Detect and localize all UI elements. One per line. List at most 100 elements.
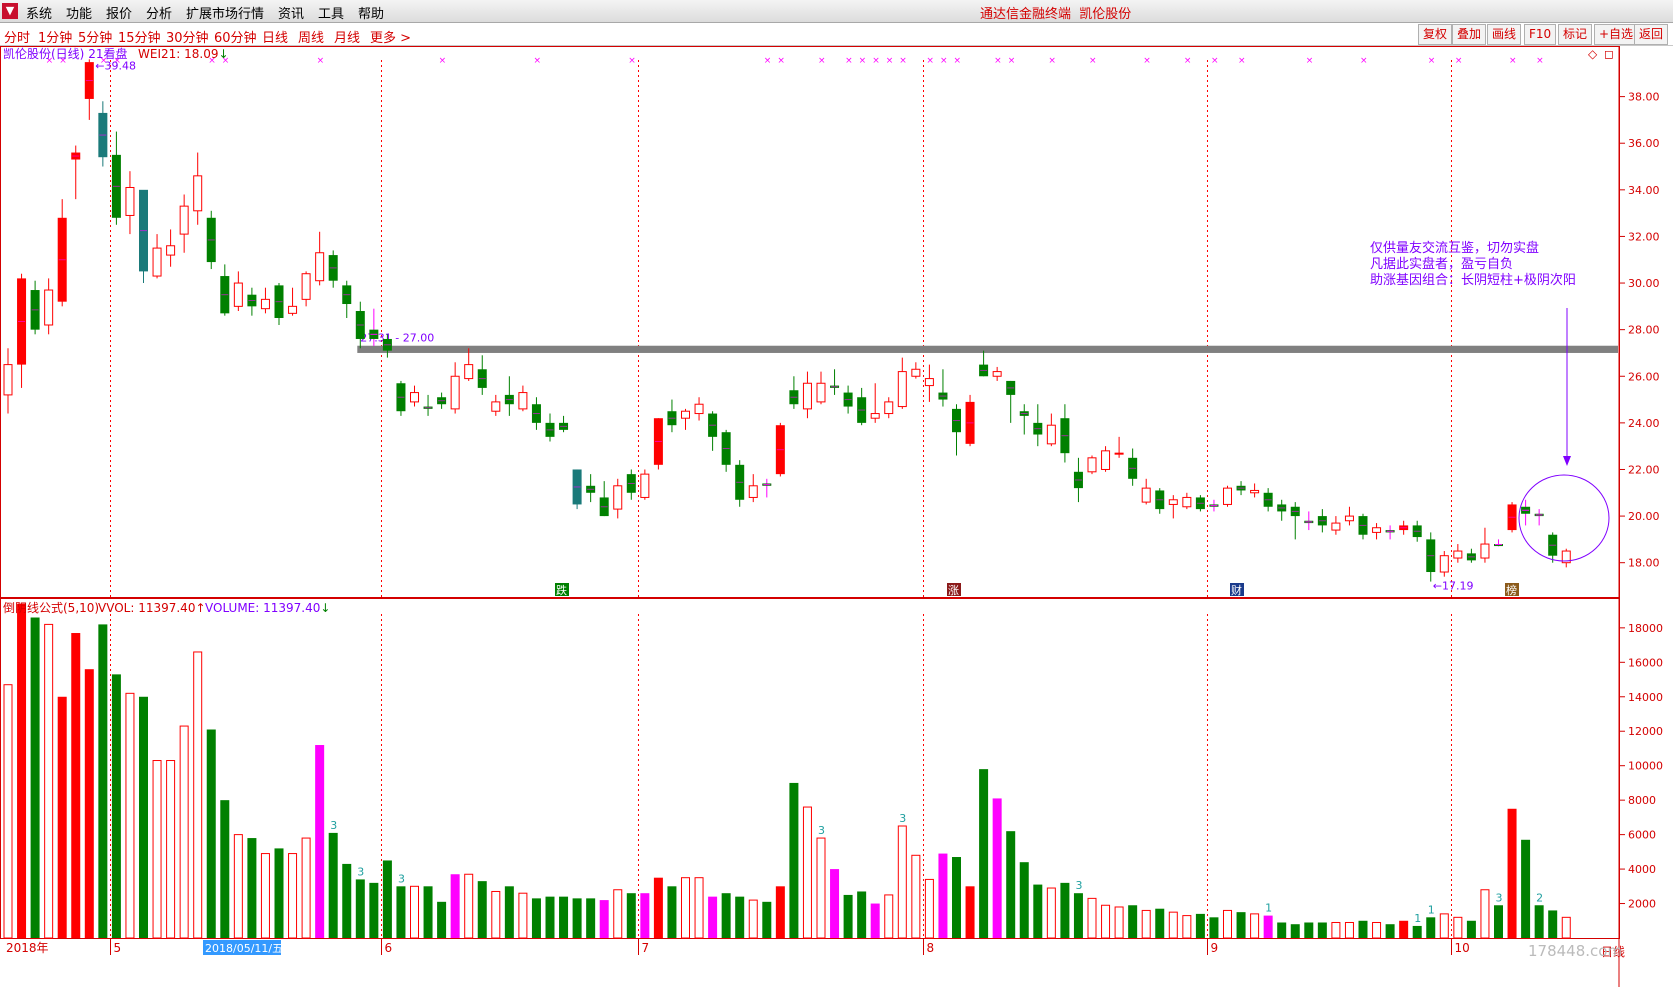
overlay-button[interactable]: 叠加 — [1452, 24, 1487, 45]
candle — [653, 418, 663, 470]
candle — [681, 408, 690, 430]
candle-body — [924, 378, 934, 387]
high-price-label: ←39.48 — [95, 59, 136, 72]
price-tick-label: 34.00 — [1628, 184, 1660, 197]
candle — [1019, 404, 1029, 435]
menu-extended-market[interactable]: 扩展市场行情 — [186, 3, 264, 22]
volume-bar — [274, 848, 284, 938]
menu-tools[interactable]: 工具 — [318, 3, 344, 22]
period-more[interactable]: 更多 > — [370, 27, 411, 46]
volume-bar — [802, 806, 812, 939]
volume-bar — [1372, 921, 1382, 939]
volume-bar — [911, 854, 921, 939]
volume-bar — [1209, 917, 1219, 938]
f10-button[interactable]: F10 — [1524, 24, 1557, 45]
candle-body — [125, 186, 135, 216]
candle — [1453, 544, 1463, 563]
volume-bar — [1426, 917, 1436, 938]
menu-function[interactable]: 功能 — [66, 3, 92, 22]
volume-bar — [938, 853, 948, 938]
candle — [1399, 520, 1409, 535]
period-monthly[interactable]: 月线 — [334, 27, 360, 46]
candle — [1182, 492, 1192, 510]
volume-bar — [857, 891, 867, 938]
volume-bar — [369, 882, 379, 938]
event-marker-rise[interactable]: 涨 — [947, 583, 961, 597]
volume-bar — [1195, 913, 1205, 938]
period-30min[interactable]: 30分钟 — [166, 27, 209, 46]
period-60min[interactable]: 60分钟 — [214, 27, 257, 46]
volume-formula-title: 倒阴线公式(5,10) — [3, 601, 99, 615]
event-x-mark: × — [533, 56, 541, 66]
candle — [437, 392, 447, 409]
candle-body — [1250, 489, 1260, 494]
candle-body — [260, 298, 270, 310]
volume-bar — [1521, 839, 1531, 938]
restore-rights-button[interactable]: 复权 — [1418, 24, 1453, 45]
period-15min[interactable]: 15分钟 — [118, 27, 161, 46]
period-daily[interactable]: 日线 — [262, 27, 288, 46]
candle — [1128, 448, 1138, 486]
period-1min[interactable]: 1分钟 — [38, 27, 72, 46]
candle — [1439, 551, 1449, 577]
candle — [450, 362, 460, 414]
event-marker-finance[interactable]: 财 — [1230, 583, 1244, 597]
volume-bar — [1453, 916, 1463, 939]
volume-bar — [843, 894, 853, 938]
volume-bar — [897, 825, 907, 939]
candle — [640, 469, 650, 500]
candle-body — [897, 371, 907, 408]
candle — [166, 229, 176, 267]
volume-tick-label: 6000 — [1628, 829, 1656, 842]
candle-body — [1168, 499, 1178, 505]
period-weekly[interactable]: 周线 — [298, 27, 324, 46]
candle — [71, 145, 81, 200]
mark-button[interactable]: 标记 — [1558, 24, 1593, 45]
volume-bar — [111, 674, 121, 938]
candle — [1480, 527, 1490, 563]
count-mark: 3 — [357, 865, 364, 878]
add-watchlist-button[interactable]: +自选 — [1594, 24, 1639, 45]
back-button[interactable]: 返回 — [1634, 24, 1669, 45]
volume-bar — [626, 893, 636, 938]
candle — [911, 362, 921, 379]
volume-bar — [789, 782, 799, 938]
candle — [464, 348, 474, 381]
corner-diamond-icon[interactable]: ◇ — [1588, 47, 1598, 61]
candle — [1033, 404, 1043, 447]
candle-body — [1046, 424, 1056, 445]
volume-axis: 18000 16000 14000 12000 10000 8000 6000 4000 200… — [1619, 622, 1663, 911]
count-mark: 1 — [1265, 902, 1272, 915]
volume-bar — [220, 800, 230, 938]
candle — [1561, 548, 1571, 568]
period-5min[interactable]: 5分钟 — [78, 27, 112, 46]
count-mark: 3 — [1075, 879, 1082, 892]
period-intraday[interactable]: 分时 — [4, 27, 30, 46]
volume-bar — [952, 857, 961, 938]
event-x-mark: × — [886, 56, 894, 66]
menu-news[interactable]: 资讯 — [278, 3, 304, 22]
annotation-line-2: 凡据此实盘者，盈亏自负 — [1370, 256, 1513, 272]
event-x-mark: × — [818, 56, 826, 66]
draw-line-button[interactable]: 画线 — [1487, 24, 1522, 45]
menu-system[interactable]: 系统 — [26, 3, 52, 22]
candle — [17, 273, 27, 388]
kline-chart[interactable]: 27.31 - 27.00 38.00 36.00 34.00 32.00 30.00 2… — [0, 46, 1673, 987]
event-marker-rank[interactable]: 榜 — [1505, 583, 1519, 597]
volume-bar — [1182, 915, 1192, 939]
menu-quote[interactable]: 报价 — [106, 3, 132, 22]
candle — [1060, 404, 1070, 463]
resistance-line — [357, 345, 1618, 353]
app-logo-icon[interactable]: ▼ — [2, 3, 18, 19]
candle — [1250, 483, 1260, 498]
candle-body — [450, 375, 460, 410]
menu-analysis[interactable]: 分析 — [146, 3, 172, 22]
candle-body — [816, 382, 826, 403]
candle-body — [748, 485, 758, 498]
price-tick-label: 36.00 — [1628, 137, 1660, 150]
volume-bar — [139, 696, 148, 938]
menu-help[interactable]: 帮助 — [358, 3, 384, 22]
panel-settings-icon[interactable]: ◻ — [1604, 47, 1614, 61]
candle-body — [911, 368, 921, 377]
event-marker-fall[interactable]: 跌 — [555, 583, 569, 597]
